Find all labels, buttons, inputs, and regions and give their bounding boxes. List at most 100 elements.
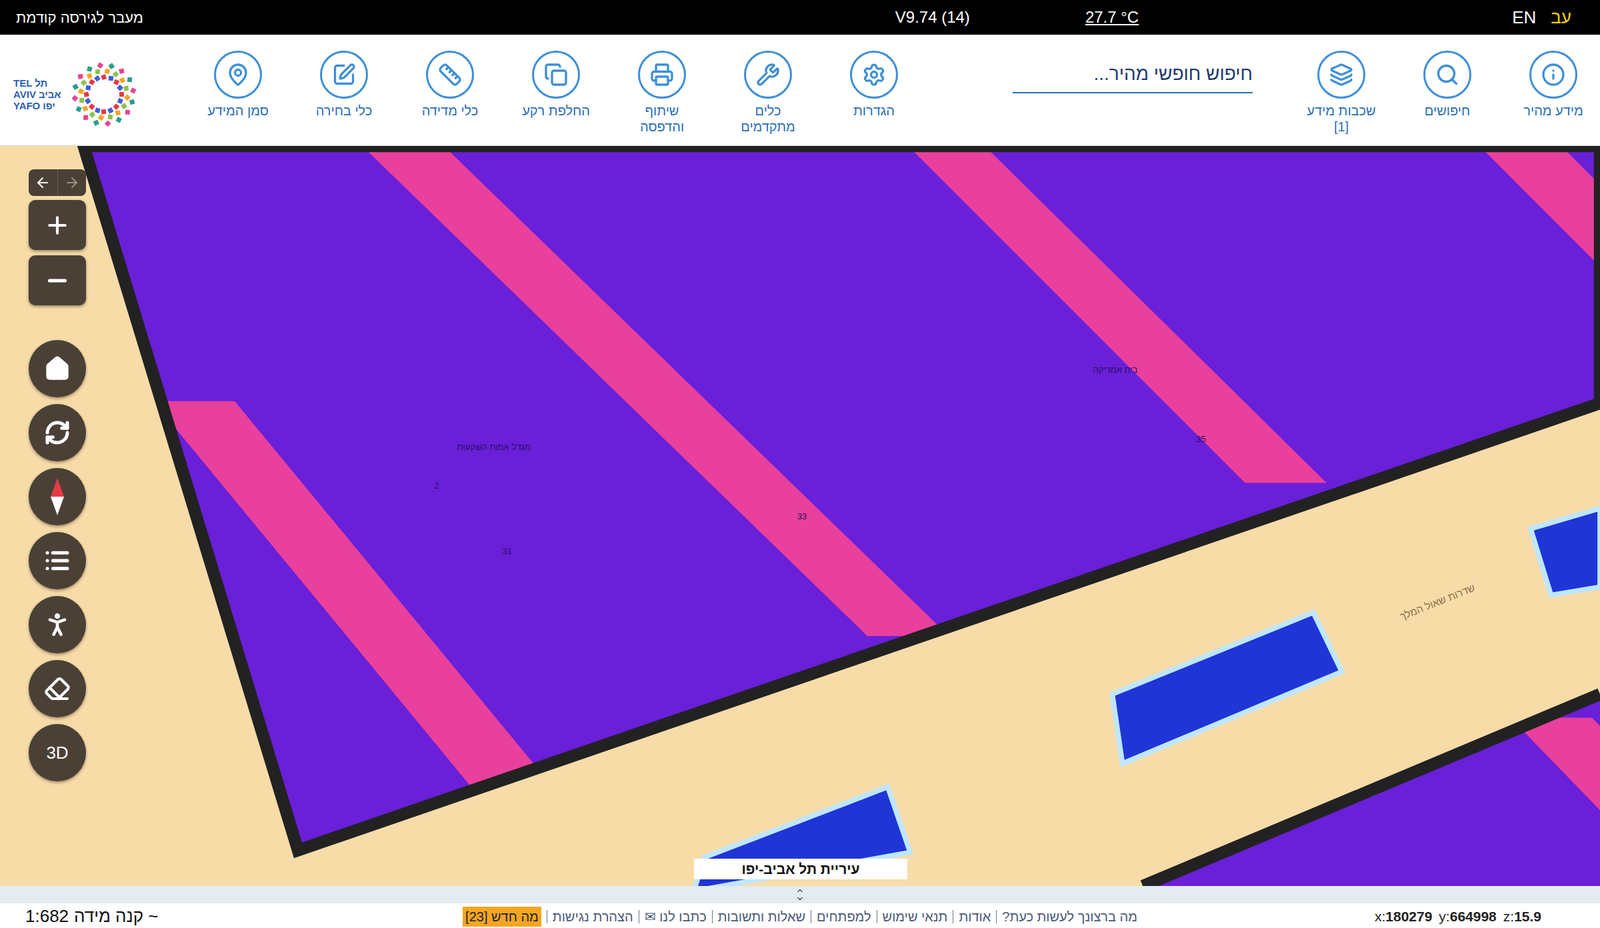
footer-link[interactable]: מה חדש [23]: [462, 906, 542, 927]
toolbar-label: שכבות מידע[1]: [1306, 102, 1376, 135]
language-option[interactable]: עב: [1550, 4, 1572, 31]
zoom-out-button[interactable]: [28, 255, 86, 306]
eraser-icon: [44, 675, 71, 702]
footer-link[interactable]: תנאי שימוש: [882, 906, 948, 927]
view-3d-button[interactable]: 3D: [28, 724, 86, 782]
toolbar-label: חיפושים: [1424, 102, 1470, 119]
map-attribution: עיריית תל אביב-יפו: [694, 858, 908, 880]
map[interactable]: מגדל אמות השקעות 2 31 33 35 בית אמריקה שדרות ש…: [0, 146, 1600, 886]
gear-icon: [862, 62, 886, 87]
toolbar-label: כלי בחירה: [316, 102, 373, 119]
toolbar-label: הגדרות: [853, 102, 895, 119]
tools-icon: [756, 62, 780, 87]
pin-icon: [226, 62, 250, 87]
language-option[interactable]: EN: [1512, 4, 1536, 31]
map-canvas[interactable]: מגדל אמות השקעות 2 31 33 35 בית אמריקה שדרות ש…: [0, 146, 1600, 886]
link-separator: [996, 910, 997, 924]
sunburst-logo-icon: [64, 57, 144, 131]
compass-button[interactable]: [28, 468, 86, 526]
map-label: מגדל אמות השקעות: [457, 442, 532, 452]
toolbar-button[interactable]: כלי בחירה: [297, 50, 391, 119]
toolbar-label: סמן המידע: [207, 102, 269, 119]
street-view-button[interactable]: [28, 596, 86, 654]
chevron-up-icon: [796, 886, 804, 895]
footer-link[interactable]: מה ברצונך לעשות כעת?: [1002, 906, 1138, 927]
app: מעבר לגירסה קודמת V9.74 (14) 27.7 °C EN עב מי…: [0, 0, 1600, 928]
previous-version-link[interactable]: מעבר לגירסה קודמת: [16, 6, 144, 29]
coordinates: x:180279y:664998z:15.9: [1137, 906, 1575, 928]
quick-search: [1012, 50, 1253, 94]
compass-icon: [47, 476, 68, 517]
toolbar-button[interactable]: הגדרות: [827, 50, 921, 119]
link-separator: [712, 910, 713, 924]
forward-button[interactable]: [58, 169, 87, 196]
toolbar-button[interactable]: החלפת רקע: [509, 50, 603, 119]
clear-button[interactable]: [28, 660, 86, 718]
chevron-down-icon: [796, 894, 804, 903]
map-controls: 3D: [28, 169, 86, 782]
back-button[interactable]: [28, 169, 58, 196]
toolbar-button[interactable]: חיפושים: [1400, 50, 1494, 119]
info-icon: [1541, 62, 1566, 87]
city-logo[interactable]: TELתלAVIVאביבYAFOיפו: [13, 50, 144, 131]
toolbar-label: כליםמתקדמים: [740, 102, 796, 135]
footer-links: מה ברצונך לעשות כעת? אודות תנאי שימוש למפתח…: [462, 906, 1138, 927]
legend-button[interactable]: [28, 532, 86, 590]
map-label: 2: [434, 480, 439, 491]
map-label: שדרות שאול המלך: [1398, 582, 1476, 623]
quick-search-input[interactable]: [1012, 60, 1253, 94]
version: V9.74 (14): [895, 5, 970, 30]
arrow-left-icon: [34, 174, 51, 191]
temperature[interactable]: 27.7 °C: [1085, 5, 1139, 30]
home-icon: [44, 355, 71, 382]
link-separator: [876, 910, 878, 924]
building-shape[interactable]: [1530, 508, 1600, 596]
layers-icon: [1329, 62, 1354, 87]
person-icon: [42, 610, 72, 640]
map-label: בית אמריקה: [1093, 364, 1138, 375]
scale: 1:682קנה מידה ~: [25, 903, 463, 928]
history-buttons: [28, 169, 86, 196]
list-icon: [44, 547, 71, 574]
map-label: 35: [1196, 434, 1206, 444]
minus-icon: [44, 267, 71, 294]
toolbar-button[interactable]: כליםמתקדמים: [721, 50, 815, 135]
zoom-in-button[interactable]: [28, 200, 86, 250]
footer-link[interactable]: כתבו לנו ✉: [644, 906, 707, 927]
footer-link[interactable]: הצהרת נגישות: [552, 906, 634, 927]
printer-icon: [650, 62, 674, 87]
stripe-shape: [1479, 146, 1600, 320]
toolbar-button[interactable]: שכבות מידע[1]: [1294, 50, 1388, 135]
refresh-button[interactable]: [28, 404, 86, 462]
toolbar-button[interactable]: שיתוףוהדפסה: [615, 50, 709, 135]
link-separator: [952, 910, 954, 924]
ruler-icon: [438, 62, 462, 87]
toolbar-label: מידע מהיר: [1523, 102, 1584, 119]
toolbar-button[interactable]: כלי מדידה: [403, 50, 497, 119]
building-shape[interactable]: [694, 786, 910, 886]
footer-link[interactable]: שאלות ותשובות: [718, 906, 806, 927]
link-separator: [638, 910, 640, 924]
stripe-shape: [908, 146, 1327, 483]
footer-toggle[interactable]: [0, 886, 1600, 904]
link-separator: [810, 910, 812, 924]
select-icon: [332, 62, 356, 87]
language-switch: EN עב: [1512, 4, 1572, 31]
top-bar: מעבר לגירסה קודמת V9.74 (14) 27.7 °C EN עב: [0, 0, 1600, 35]
home-button[interactable]: [28, 340, 86, 398]
stripe-shape: [153, 401, 572, 810]
footer-link[interactable]: אודות: [958, 906, 991, 927]
basemap-icon: [544, 62, 568, 87]
map-label: 31: [502, 546, 512, 556]
footer-link[interactable]: למפתחים: [816, 906, 871, 927]
parcel-shape[interactable]: [84, 146, 1600, 850]
link-separator: [546, 910, 548, 924]
search-icon: [1435, 62, 1460, 87]
toolbar-label: החלפת רקע: [522, 102, 590, 119]
toolbar-button[interactable]: סמן המידע: [191, 50, 285, 119]
building-shape[interactable]: [1112, 612, 1342, 764]
toolbar-button[interactable]: מידע מהיר: [1506, 50, 1600, 119]
footer: 1:682קנה מידה ~ מה ברצונך לעשות כעת? אודות…: [0, 903, 1600, 928]
map-label: 33: [797, 511, 807, 522]
toolbar-label: כלי מדידה: [422, 102, 479, 119]
